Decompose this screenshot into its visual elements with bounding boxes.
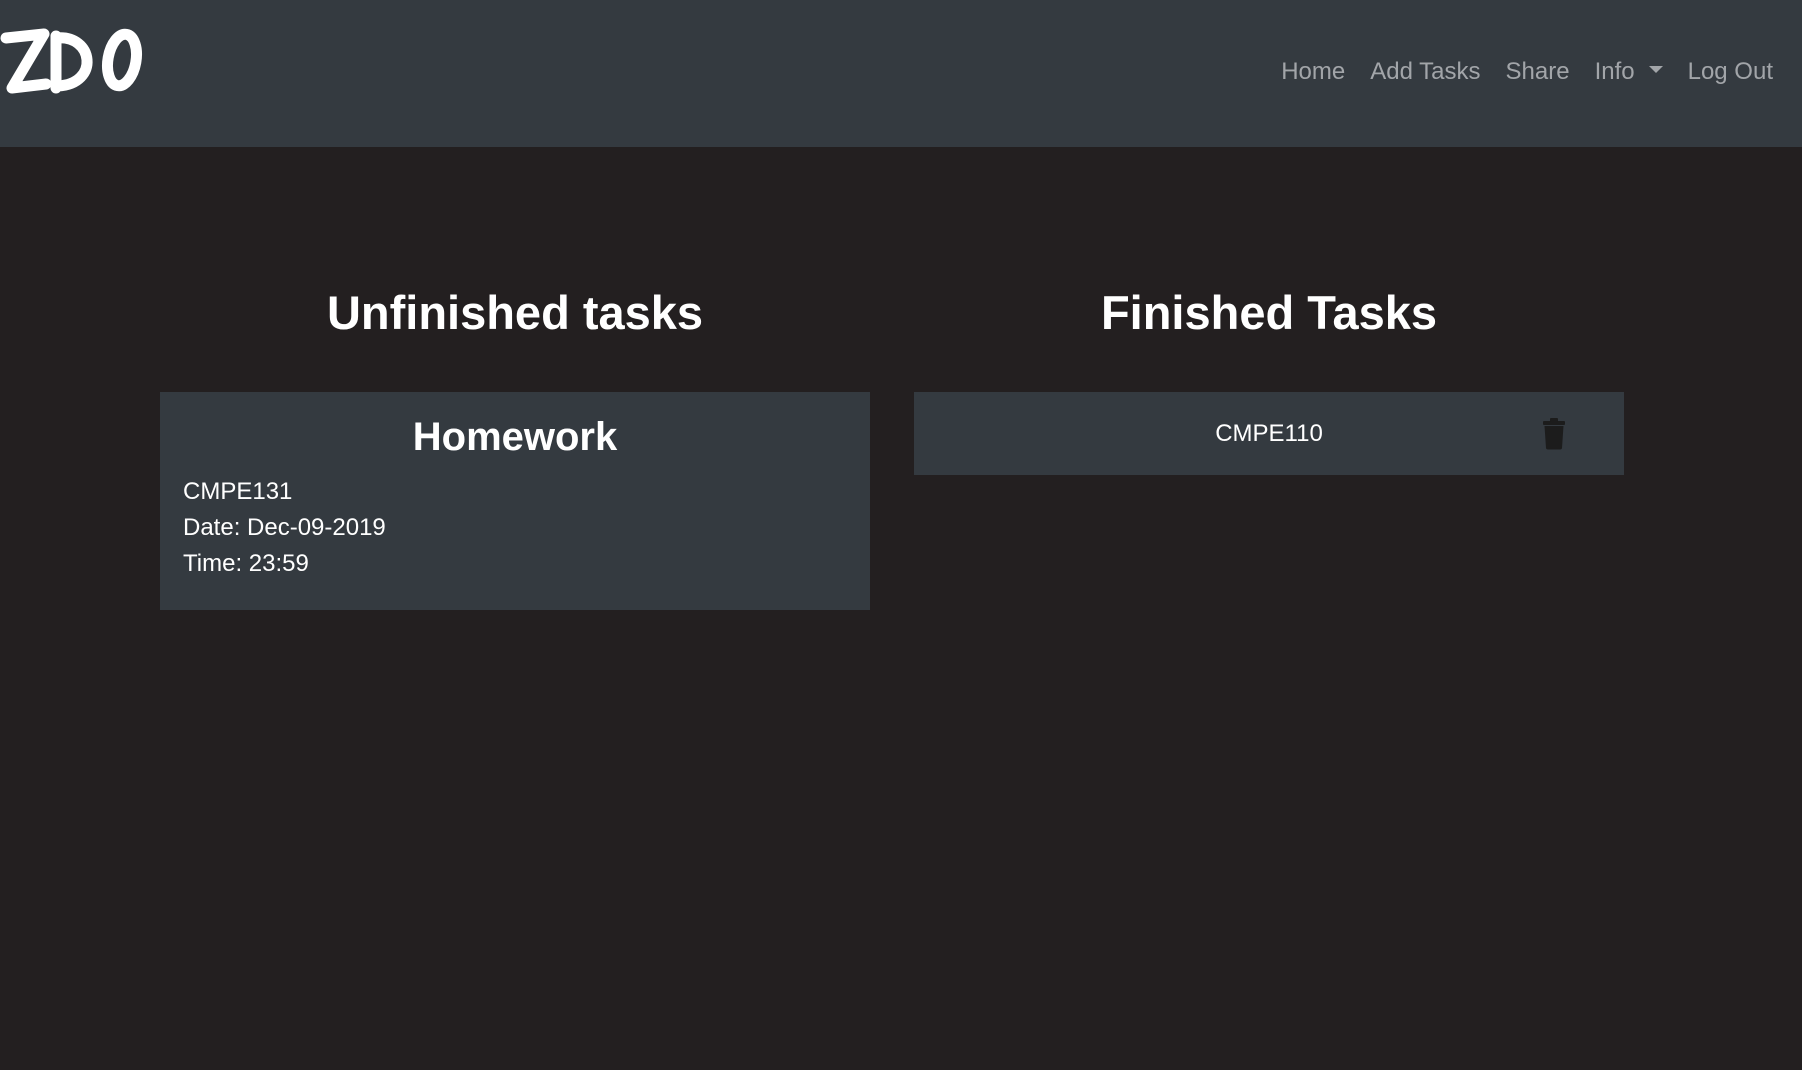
zdo-logo[interactable] <box>0 22 145 102</box>
finished-task-label: CMPE110 <box>1215 420 1323 447</box>
unfinished-tasks-heading: Unfinished tasks <box>326 286 704 339</box>
nav-links: Home Add Tasks Share Info Log Out <box>1281 52 1773 92</box>
finished-tasks-heading: Finished Tasks <box>1100 286 1438 339</box>
top-navbar: Home Add Tasks Share Info Log Out <box>0 0 1802 147</box>
finished-task-item: CMPE110 <box>914 392 1624 475</box>
nav-info-dropdown[interactable]: Info <box>1595 52 1663 92</box>
nav-add-tasks-link[interactable]: Add Tasks <box>1370 52 1480 92</box>
trash-icon[interactable] <box>1540 418 1568 450</box>
caret-down-icon <box>1648 65 1663 73</box>
task-name: Homework <box>412 415 618 459</box>
nav-home-link[interactable]: Home <box>1281 52 1345 92</box>
task-course: CMPE131 <box>183 478 293 505</box>
nav-log-out-link[interactable]: Log Out <box>1688 52 1773 92</box>
nav-share-link[interactable]: Share <box>1506 52 1570 92</box>
task-date: Date: Dec-09-2019 <box>183 514 386 541</box>
unfinished-task-card[interactable]: Homework CMPE131 Date: Dec-09-2019 Time:… <box>160 392 870 610</box>
task-time: Time: 23:59 <box>183 550 309 577</box>
nav-info-label: Info <box>1594 58 1635 85</box>
